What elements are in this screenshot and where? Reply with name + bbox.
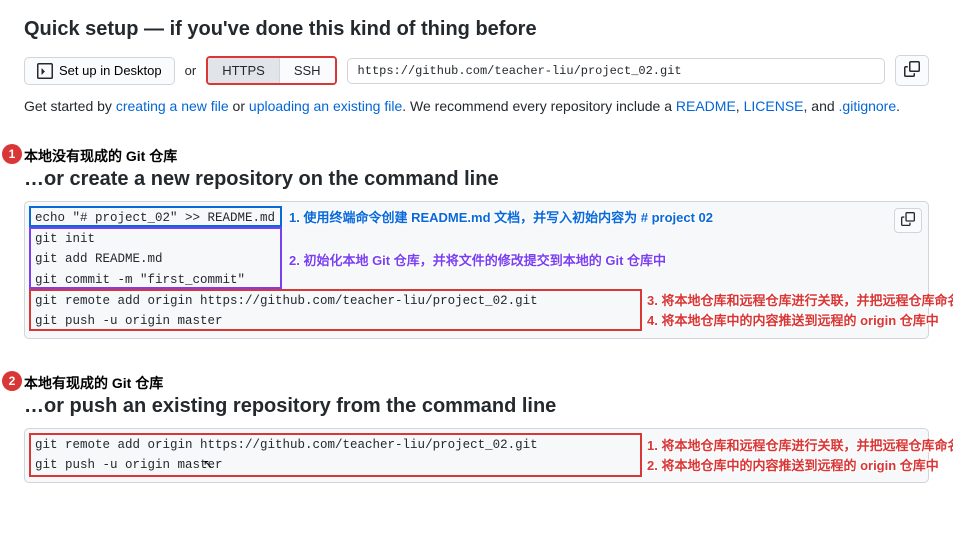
desktop-icon xyxy=(37,63,53,79)
annotation-4: 4. 将本地仓库中的内容推送到远程的 origin 仓库中 xyxy=(647,310,939,329)
upload-file-link[interactable]: uploading an existing file xyxy=(249,98,402,114)
section-create-repo: 1 本地没有现成的 Git 仓库 …or create a new reposi… xyxy=(24,146,929,339)
section2-title: …or push an existing repository from the… xyxy=(24,395,929,418)
setup-desktop-button[interactable]: Set up in Desktop xyxy=(24,57,175,85)
cursor-icon: ↖ xyxy=(203,457,213,471)
or-text: or xyxy=(185,63,197,78)
annotation-s2-1: 1. 将本地仓库和远程仓库进行关联，并把远程仓库命名为 origin xyxy=(647,435,953,454)
create-file-link[interactable]: creating a new file xyxy=(116,98,229,114)
section1-title: …or create a new repository on the comma… xyxy=(24,168,929,191)
readme-link[interactable]: README xyxy=(676,98,736,114)
gitignore-link[interactable]: .gitignore xyxy=(839,98,897,114)
section2-label: 本地有现成的 Git 仓库 xyxy=(24,373,929,393)
get-started-text: Get started by creating a new file or up… xyxy=(24,98,929,114)
copy-url-button[interactable] xyxy=(895,55,929,86)
setup-row: Set up in Desktop or HTTPS SSH xyxy=(24,55,929,86)
copy-code-1-button[interactable] xyxy=(894,208,922,233)
code-block-1: echo "# project_02" >> README.md git ini… xyxy=(24,201,929,339)
license-link[interactable]: LICENSE xyxy=(744,98,804,114)
annotation-3: 3. 将本地仓库和远程仓库进行关联，并把远程仓库命名为 origin xyxy=(647,290,953,309)
repo-url-input[interactable] xyxy=(347,58,885,84)
setup-desktop-label: Set up in Desktop xyxy=(59,63,162,78)
clipboard-icon xyxy=(901,212,915,226)
code-line: git init xyxy=(25,229,928,250)
code-line: git commit -m "first_commit" xyxy=(25,270,928,291)
annotation-2: 2. 初始化本地 Git 仓库，并将文件的修改提交到本地的 Git 仓库中 xyxy=(289,250,666,269)
section1-label: 本地没有现成的 Git 仓库 xyxy=(24,146,929,166)
quick-setup-title: Quick setup — if you've done this kind o… xyxy=(24,18,929,41)
clipboard-icon xyxy=(904,61,920,77)
clone-protocol-tabs: HTTPS SSH xyxy=(206,56,336,85)
tab-ssh[interactable]: SSH xyxy=(280,58,335,83)
annotation-s2-2: 2. 将本地仓库中的内容推送到远程的 origin 仓库中 xyxy=(647,455,939,474)
section-push-existing: 2 本地有现成的 Git 仓库 …or push an existing rep… xyxy=(24,373,929,483)
badge-1: 1 xyxy=(2,144,22,164)
code-block-2: git remote add origin https://github.com… xyxy=(24,428,929,483)
badge-2: 2 xyxy=(2,371,22,391)
tab-https[interactable]: HTTPS xyxy=(208,58,280,83)
annotation-1: 1. 使用终端命令创建 README.md 文档，并写入初始内容为 # proj… xyxy=(289,207,713,226)
